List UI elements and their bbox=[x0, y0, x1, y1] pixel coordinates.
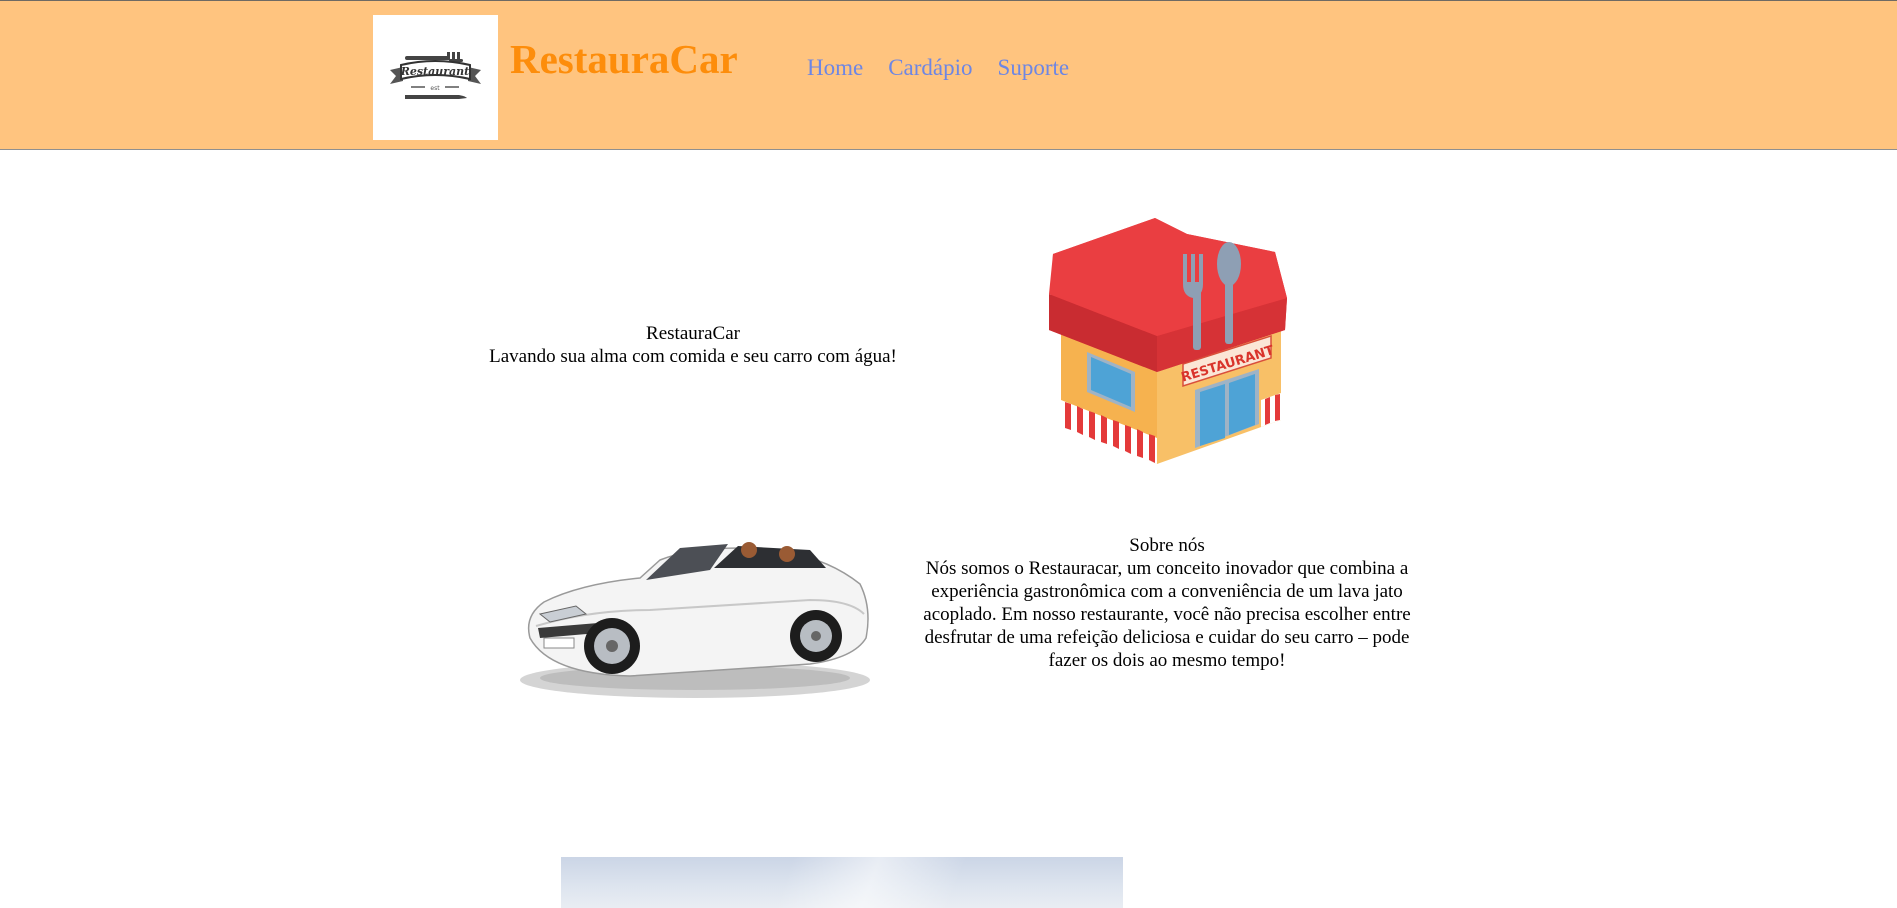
nav-link-suporte[interactable]: Suporte bbox=[998, 56, 1070, 79]
about-section: Sobre nós Nós somos o Restauracar, um co… bbox=[910, 534, 1424, 672]
hero-title: RestauraCar bbox=[646, 323, 740, 344]
about-title: Sobre nós bbox=[1129, 535, 1205, 556]
convertible-car-icon bbox=[520, 542, 870, 698]
site-header: Restaurant est RestauraCar Home Cardápio… bbox=[0, 0, 1897, 150]
nav-link-home[interactable]: Home bbox=[807, 56, 863, 79]
restaurant-logo[interactable]: Restaurant est bbox=[373, 15, 498, 140]
convertible-car-image bbox=[510, 518, 872, 709]
brand-title: RestauraCar bbox=[510, 36, 738, 82]
svg-text:est: est bbox=[430, 85, 440, 92]
svg-text:Restaurant: Restaurant bbox=[400, 65, 470, 78]
restaurant-logo-icon: Restaurant est bbox=[390, 52, 481, 99]
about-body: Nós somos o Restauracar, um conceito ino… bbox=[923, 558, 1411, 671]
restaurant-building-image: RESTAURANT bbox=[1035, 212, 1295, 479]
hero-section: RestauraCar Lavando sua alma com comida … bbox=[440, 322, 946, 368]
main-nav: Home Cardápio Suporte bbox=[807, 56, 1069, 79]
landscape-photo bbox=[561, 857, 1123, 908]
nav-link-cardapio[interactable]: Cardápio bbox=[888, 56, 972, 79]
restaurant-building-icon: RESTAURANT bbox=[1049, 218, 1287, 464]
hero-tagline: Lavando sua alma com comida e seu carro … bbox=[489, 346, 897, 367]
